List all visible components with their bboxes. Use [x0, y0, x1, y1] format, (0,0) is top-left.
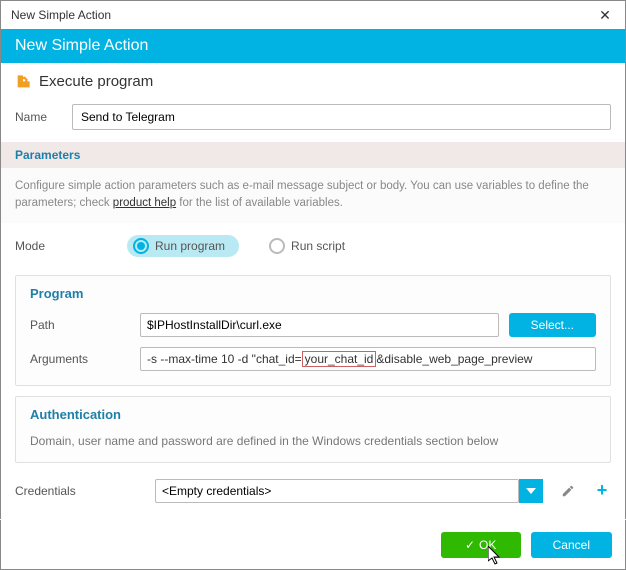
run-script-radio[interactable]: Run script [269, 238, 345, 254]
product-help-link[interactable]: product help [113, 197, 176, 209]
credentials-row: Credentials + [1, 473, 625, 503]
name-row: Name [1, 100, 625, 142]
path-row: Path Select... [30, 313, 596, 337]
run-program-label: Run program [155, 239, 225, 253]
name-input[interactable] [72, 104, 611, 130]
name-label: Name [15, 110, 60, 124]
radio-dot-icon [133, 238, 149, 254]
run-script-label: Run script [291, 239, 345, 253]
arguments-input[interactable]: -s --max-time 10 -d "chat_id=your_chat_i… [140, 347, 596, 371]
mode-row: Mode Run program Run script [1, 223, 625, 269]
cancel-button[interactable]: Cancel [531, 532, 612, 558]
path-input[interactable] [140, 313, 499, 337]
window-title: New Simple Action [11, 8, 591, 22]
authentication-section: Authentication Domain, user name and pas… [15, 396, 611, 463]
params-desc-text-2: for the list of available variables. [176, 197, 343, 209]
puzzle-icon [15, 74, 31, 90]
parameters-title: Parameters [1, 142, 625, 168]
run-program-radio[interactable]: Run program [127, 235, 239, 257]
path-label: Path [30, 318, 130, 332]
edit-icon[interactable] [559, 482, 577, 500]
ok-button[interactable]: OK [441, 532, 521, 558]
select-button[interactable]: Select... [509, 313, 596, 337]
credentials-dropdown[interactable] [155, 479, 543, 503]
credentials-label: Credentials [15, 484, 145, 498]
authentication-title: Authentication [30, 407, 596, 422]
footer: OK Cancel [0, 519, 626, 570]
mode-label: Mode [15, 239, 115, 253]
dropdown-toggle-icon[interactable] [519, 479, 543, 503]
parameters-description: Configure simple action parameters such … [1, 168, 625, 223]
sub-header: Execute program [1, 63, 625, 100]
program-title: Program [30, 286, 596, 301]
title-bar: New Simple Action ✕ [1, 1, 625, 29]
args-suffix: &disable_web_page_preview [376, 352, 532, 366]
arguments-label: Arguments [30, 352, 130, 366]
program-section: Program Path Select... Arguments -s --ma… [15, 275, 611, 386]
dialog-title: New Simple Action [15, 37, 148, 54]
add-icon[interactable]: + [593, 482, 611, 500]
dialog-header: New Simple Action [1, 29, 625, 63]
authentication-desc: Domain, user name and password are defin… [30, 434, 596, 448]
arguments-row: Arguments -s --max-time 10 -d "chat_id=y… [30, 347, 596, 371]
args-highlight: your_chat_id [302, 351, 377, 367]
radio-dot-icon [269, 238, 285, 254]
close-icon[interactable]: ✕ [591, 7, 619, 24]
sub-header-title: Execute program [39, 73, 153, 90]
credentials-input[interactable] [155, 479, 519, 503]
args-prefix: -s --max-time 10 -d "chat_id= [147, 352, 302, 366]
